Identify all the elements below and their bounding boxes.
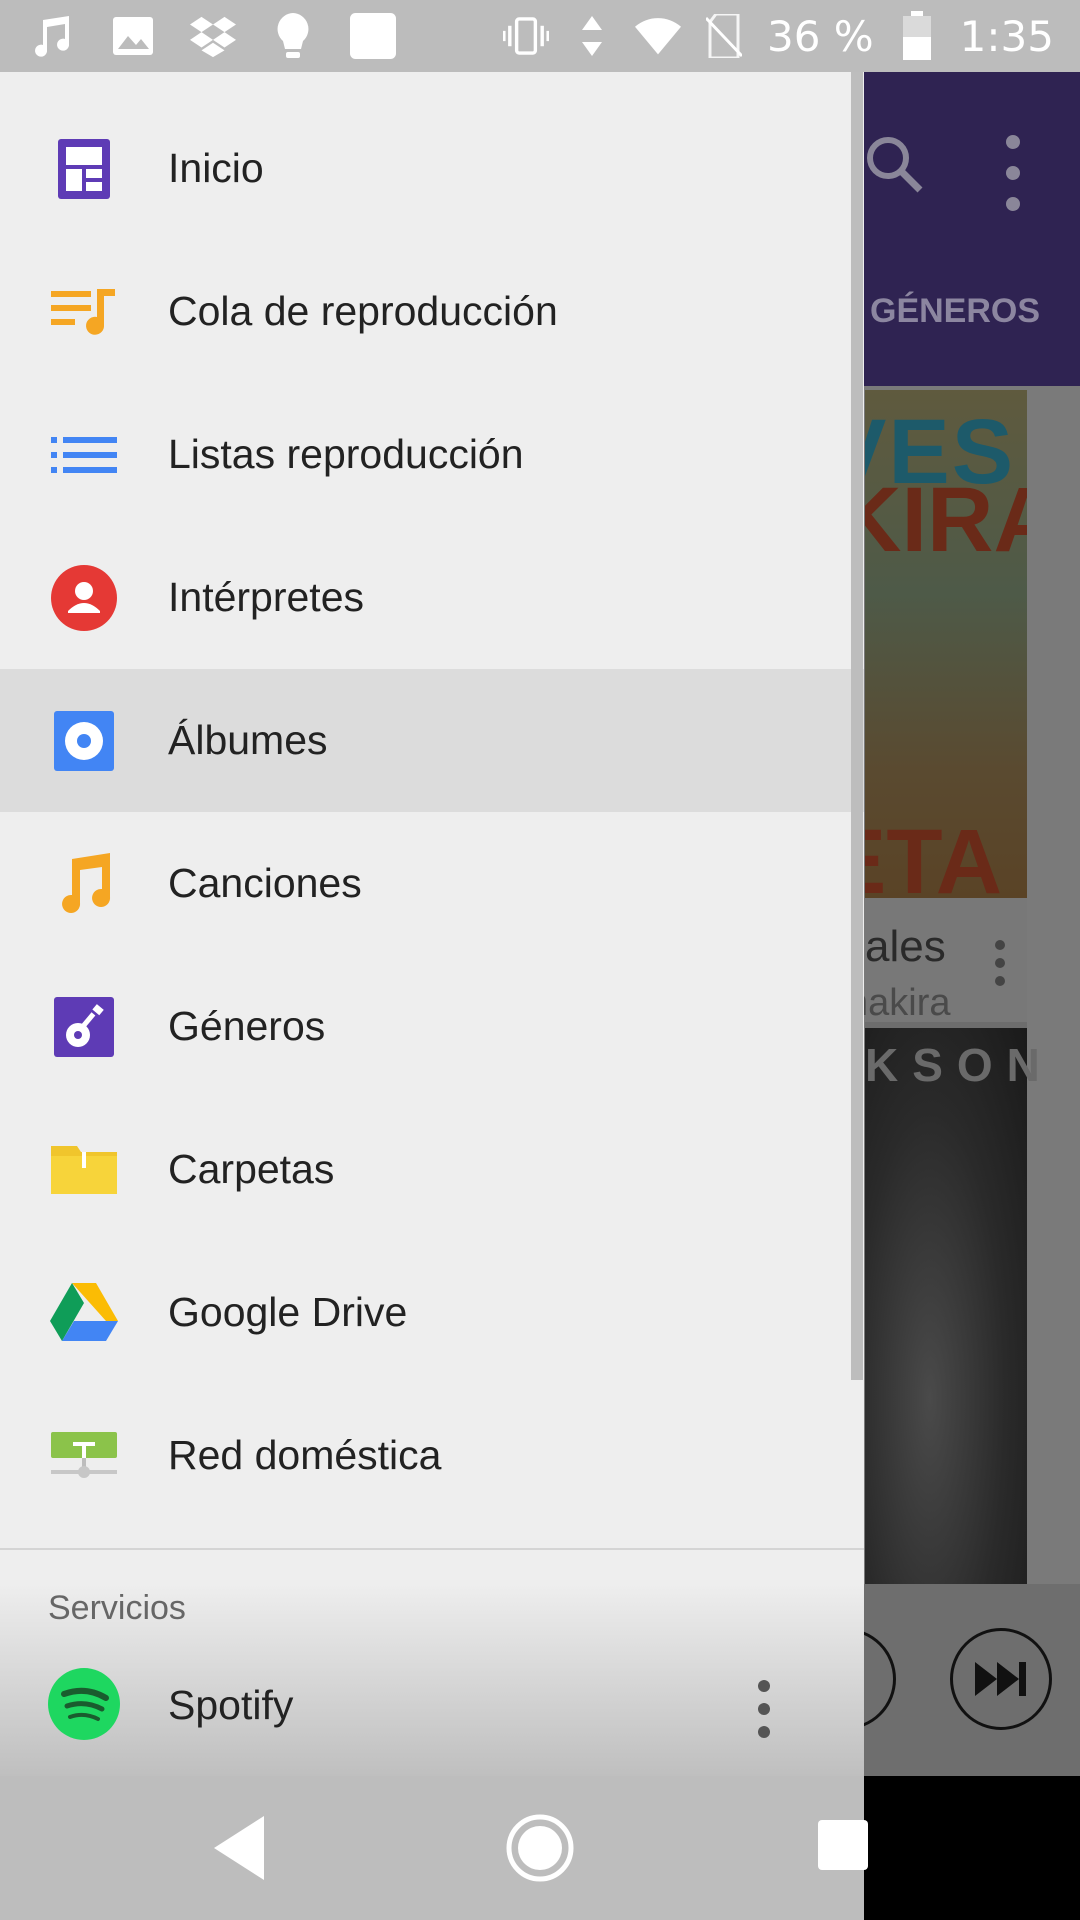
drawer-item-spotify[interactable] — [0, 1640, 864, 1770]
queue-icon — [48, 276, 120, 348]
status-notification-icons — [30, 0, 396, 72]
spotify-more-icon[interactable] — [752, 1674, 776, 1744]
spotify-icon — [48, 1668, 120, 1740]
more-vert-icon[interactable] — [998, 128, 1028, 218]
album-grid-column: VES KIRA ETA ales nakira KSON — [847, 390, 1040, 1646]
drawer-item-label: Listas reproducción — [168, 431, 524, 477]
home-icon[interactable] — [506, 1814, 574, 1882]
drawer-item-label: Cola de reproducción — [168, 288, 558, 334]
song-icon — [48, 848, 120, 920]
navigation-drawer: Inicio Cola de reproducción Listas repro… — [0, 72, 864, 1776]
drawer-item-red-domestica[interactable]: Red doméstica — [0, 1384, 864, 1527]
drawer-item-canciones[interactable]: Canciones — [0, 812, 864, 955]
artist-icon — [48, 562, 120, 634]
drawer-item-carpetas[interactable]: Carpetas — [0, 1098, 864, 1241]
album-art-text: ETA — [865, 811, 1003, 898]
navigation-bar-bg — [0, 1776, 864, 1920]
skip-next-icon[interactable] — [950, 1628, 1052, 1730]
drawer-item-albumes[interactable]: Álbumes — [0, 669, 864, 812]
google-drive-icon — [48, 1277, 120, 1349]
home-grid-icon — [48, 133, 120, 205]
album-art-text: KSON — [865, 1039, 1054, 1091]
drawer-item-generos[interactable]: Géneros — [0, 955, 864, 1098]
drawer-item-label: Red doméstica — [168, 1432, 442, 1478]
bulb-icon — [270, 13, 316, 59]
spotify-label: Spotify — [168, 1682, 294, 1728]
drawer-divider — [0, 1548, 864, 1550]
drawer-item-interpretes[interactable]: Intérpretes — [0, 526, 864, 669]
search-icon[interactable] — [862, 132, 926, 196]
drawer-item-label: Álbumes — [168, 717, 328, 763]
playlist-icon — [48, 419, 120, 491]
album-info: ales nakira — [847, 898, 1027, 1024]
album-more-icon[interactable] — [993, 938, 1007, 988]
album-art[interactable]: KSON — [865, 1028, 1040, 1646]
album-art-text: KIRA — [865, 469, 1027, 571]
data-arrows-icon — [569, 13, 615, 59]
home-network-icon — [48, 1420, 120, 1492]
clock: 1:35 — [959, 11, 1054, 61]
square-notification-icon — [350, 13, 396, 59]
folder-icon — [48, 1134, 120, 1206]
drawer-item-label: Google Drive — [168, 1289, 408, 1335]
drawer-item-label: Intérpretes — [168, 574, 364, 620]
vibrate-icon — [502, 13, 549, 59]
drawer-item-label: Inicio — [168, 145, 264, 191]
drawer-item-label: Canciones — [168, 860, 362, 906]
battery-percent: 36 % — [766, 11, 874, 61]
status-system-icons: 36 % 1:35 — [502, 0, 1054, 72]
album-title: ales — [865, 922, 946, 971]
drawer-item-label: Géneros — [168, 1003, 326, 1049]
no-sim-icon — [701, 13, 747, 59]
navigation-bar — [0, 1776, 1080, 1920]
drawer-item-inicio[interactable]: Inicio — [0, 97, 864, 240]
tab-generos[interactable]: GÉNEROS — [870, 292, 1040, 331]
album-art[interactable]: VES KIRA ETA — [865, 390, 1027, 898]
battery-icon — [894, 11, 940, 60]
dropbox-icon — [190, 13, 236, 59]
back-icon[interactable] — [208, 1812, 272, 1884]
drawer-scrollbar[interactable] — [851, 72, 863, 1380]
wifi-icon — [634, 13, 681, 59]
status-bar: 36 % 1:35 — [0, 0, 1080, 72]
drawer-item-listas[interactable]: Listas reproducción — [0, 383, 864, 526]
drawer-item-google-drive[interactable]: Google Drive — [0, 1241, 864, 1384]
guitar-icon — [48, 991, 120, 1063]
image-icon — [110, 13, 156, 59]
services-title: Servicios — [48, 1589, 186, 1627]
drawer-menu: Inicio Cola de reproducción Listas repro… — [0, 97, 864, 1527]
drawer-item-cola[interactable]: Cola de reproducción — [0, 240, 864, 383]
music-note-icon — [30, 13, 76, 59]
drawer-item-label: Carpetas — [168, 1146, 335, 1192]
recent-apps-icon[interactable] — [818, 1820, 868, 1870]
album-icon — [48, 705, 120, 777]
